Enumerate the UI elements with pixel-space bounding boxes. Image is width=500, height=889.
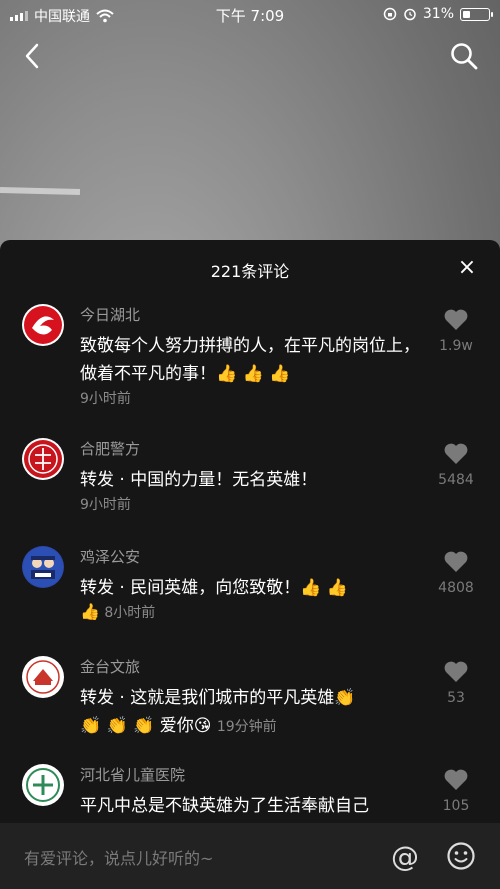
heart-icon: [444, 309, 468, 330]
like-button[interactable]: 5484: [426, 442, 486, 488]
back-button[interactable]: [12, 36, 52, 76]
status-bar: 中国联通 下午 7:09 31%: [0, 0, 500, 28]
like-button[interactable]: 53: [426, 660, 486, 706]
comment-text: 平凡中总是不缺英雄为了生活奉献自己: [80, 796, 369, 816]
comment-input[interactable]: 有爱评论，说点儿好听的~: [24, 845, 213, 869]
comment-text-line: 转发 · 这就是我们城市的平凡英雄👏: [80, 688, 356, 708]
comment-username[interactable]: 合肥警方: [80, 438, 140, 459]
like-count: 53: [447, 690, 465, 706]
like-button[interactable]: 1.9w: [426, 308, 486, 354]
comment-text: 转发 · 民间英雄，向您致敬！👍 👍: [80, 578, 348, 598]
status-right: 31%: [383, 6, 493, 22]
comment-input-bar: 有爱评论，说点儿好听的~ @: [0, 823, 500, 889]
battery-icon: [460, 7, 493, 21]
like-count: 105: [442, 798, 470, 814]
search-button[interactable]: [444, 36, 484, 76]
comment-text-line2: 👏 👏 👏 爱你😘 19分钟前: [80, 712, 430, 741]
rotation-lock-icon: [383, 7, 397, 21]
close-button[interactable]: ×: [454, 254, 480, 280]
comment-time: 9小时前: [80, 497, 131, 513]
like-button[interactable]: 4808: [426, 550, 486, 596]
avatar[interactable]: [22, 546, 64, 588]
avatar[interactable]: [22, 764, 64, 806]
heart-icon: [444, 551, 468, 572]
battery-label: 31%: [422, 6, 454, 22]
search-icon: [451, 43, 478, 70]
comment-text: 转发 · 这就是我们城市的平凡英雄👏 👏 👏 👏 爱你😘 19分钟前: [80, 684, 430, 741]
comments-panel: 221条评论 × 今日湖北 致敬每个人努力拼搏的人，在平凡的岗位上，做着不平凡的…: [0, 240, 500, 889]
like-button[interactable]: 105: [426, 768, 486, 814]
emoji-icon: [447, 842, 475, 870]
comment-text: 转发 · 中国的力量！无名英雄！: [80, 470, 318, 490]
comment-text: 致敬每个人努力拼搏的人，在平凡的岗位上，做着不平凡的事！👍 👍 👍: [80, 336, 420, 384]
like-count: 1.9w: [439, 338, 473, 354]
emoji-button[interactable]: [444, 839, 478, 873]
comment-username[interactable]: 河北省儿童医院: [80, 764, 185, 785]
mention-button[interactable]: @: [388, 839, 422, 873]
like-count: 5484: [438, 472, 474, 488]
comment-username[interactable]: 今日湖北: [80, 304, 140, 325]
alarm-icon: [404, 8, 416, 21]
close-icon: ×: [457, 254, 477, 280]
avatar[interactable]: [22, 438, 64, 480]
comment-username[interactable]: 金台文旅: [80, 656, 140, 677]
heart-icon: [444, 661, 468, 682]
heart-icon: [444, 769, 468, 790]
comment-time: 19分钟前: [216, 719, 277, 735]
comments-count-title: 221条评论: [210, 262, 290, 281]
avatar[interactable]: [22, 304, 64, 346]
avatar[interactable]: [22, 656, 64, 698]
like-count: 4808: [438, 580, 474, 596]
heart-icon: [444, 443, 468, 464]
comment-time: 9小时前: [80, 391, 131, 407]
chevron-left-icon: [25, 43, 39, 69]
comment-time: 8小时前: [104, 605, 156, 621]
comment-username[interactable]: 鸡泽公安: [80, 546, 140, 567]
thumbs-up-emoji: 👍: [80, 602, 100, 621]
comment-meta: 👍 8小时前: [80, 602, 155, 622]
at-icon: @: [391, 839, 419, 873]
comment-emoji-text: 👏 👏 👏 爱你😘: [80, 716, 212, 736]
